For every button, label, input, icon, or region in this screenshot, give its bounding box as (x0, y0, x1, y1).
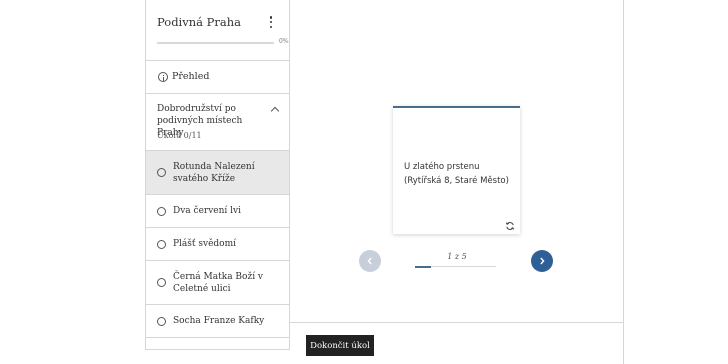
next-card-button[interactable] (531, 250, 553, 272)
lesson-item[interactable]: Plášť svědomí (146, 228, 289, 261)
lesson-status-circle-icon (157, 240, 166, 249)
card-progress-bar (415, 265, 496, 268)
flashcard-text: U zlatého prstenu (Rytířská 8, Staré Měs… (404, 160, 509, 188)
sidebar-item-label: Přehled (172, 71, 210, 82)
lesson-label: Socha Franze Kafky (173, 316, 265, 326)
lesson-item[interactable]: Rotunda Nalezení svatého Kříže (146, 151, 289, 195)
chevron-up-icon[interactable] (270, 106, 280, 116)
lesson-label: Rotunda Nalezení svatého Kříže (173, 162, 255, 184)
flashcard-line-2: (Rytířská 8, Staré Město) (404, 176, 509, 186)
section-task-count: Úkolů 0/11 (157, 131, 202, 140)
chevron-left-icon (367, 257, 372, 265)
sidebar-header: Podivná Praha 0% (146, 0, 289, 61)
lesson-item[interactable]: Socha Franze Kafky (146, 305, 289, 338)
finish-task-button[interactable]: Dokončit úkol (306, 335, 374, 356)
lesson-label: Černá Matka Boží v Celetné ulici (173, 272, 264, 294)
footer-divider (290, 322, 624, 323)
lesson-label: Dva červení lvi (173, 206, 241, 216)
rotate-icon[interactable] (505, 221, 515, 231)
course-sidebar: Podivná Praha 0% Přehled Dobrodružství p… (145, 0, 290, 350)
course-title: Podivná Praha (157, 15, 242, 29)
lesson-item[interactable]: Černá Matka Boží v Celetné ulici (146, 261, 289, 305)
flashcard[interactable]: U zlatého prstenu (Rytířská 8, Staré Měs… (393, 106, 520, 234)
lesson-status-circle-icon (157, 207, 166, 216)
flashcard-line-1: U zlatého prstenu (404, 162, 480, 172)
previous-card-button[interactable] (359, 250, 381, 272)
card-counter: 1 z 5 (447, 252, 467, 261)
lesson-item[interactable]: Dva červení lvi (146, 195, 289, 228)
course-progress-bar (157, 42, 274, 44)
lesson-status-circle-icon (157, 278, 166, 287)
sidebar-item-overview[interactable]: Přehled (146, 61, 289, 94)
lesson-status-circle-icon (157, 317, 166, 326)
lesson-status-circle-icon (157, 168, 166, 177)
info-icon (158, 72, 168, 82)
card-progress-fill (415, 265, 432, 268)
lesson-section: Dobrodružství po podivných místech Prahy… (146, 94, 289, 151)
course-progress-label: 0% (279, 38, 289, 45)
more-options-icon[interactable] (265, 14, 277, 30)
chevron-right-icon (540, 257, 545, 265)
lesson-label: Plášť svědomí (173, 239, 237, 249)
